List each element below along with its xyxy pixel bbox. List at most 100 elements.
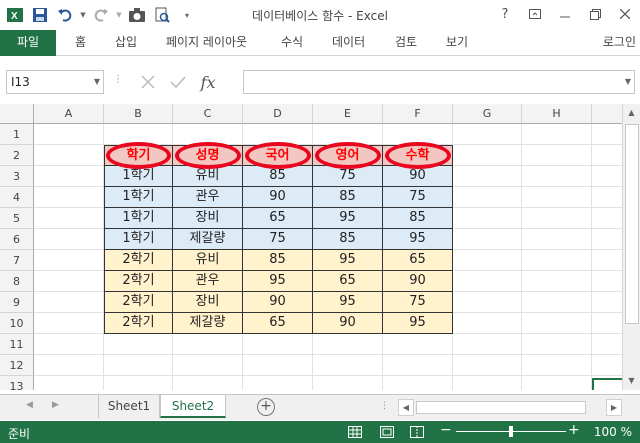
- table-cell[interactable]: 95: [383, 313, 453, 334]
- horizontal-scroll-thumb[interactable]: [416, 401, 586, 414]
- tab-insert[interactable]: 삽입: [115, 30, 137, 56]
- normal-view-icon[interactable]: [346, 424, 364, 440]
- vertical-scroll-thumb[interactable]: [625, 124, 639, 324]
- horizontal-scrollbar[interactable]: ◀ ▶: [398, 399, 622, 416]
- tab-data[interactable]: 데이터: [332, 30, 365, 56]
- sheet-tab-sheet2[interactable]: Sheet2: [160, 395, 226, 418]
- scroll-down-icon[interactable]: ▼: [623, 372, 640, 389]
- column-header-c[interactable]: C: [173, 104, 243, 124]
- table-cell[interactable]: 1학기: [104, 208, 173, 229]
- table-cell[interactable]: 장비: [173, 292, 243, 313]
- table-cell[interactable]: 2학기: [104, 250, 173, 271]
- redo-icon[interactable]: [90, 4, 112, 26]
- print-preview-icon[interactable]: [151, 4, 173, 26]
- undo-icon[interactable]: [54, 4, 76, 26]
- save-icon[interactable]: [29, 4, 51, 26]
- table-cell[interactable]: 90: [383, 166, 453, 187]
- enter-check-icon[interactable]: [163, 70, 193, 94]
- sheet-prev-icon[interactable]: ◀: [26, 400, 33, 410]
- column-header-a[interactable]: A: [34, 104, 104, 124]
- row-header-9[interactable]: 9: [0, 292, 34, 313]
- zoom-slider-knob[interactable]: [509, 426, 513, 437]
- zoom-out-button[interactable]: −: [440, 422, 452, 438]
- column-header-g[interactable]: G: [453, 104, 522, 124]
- table-cell[interactable]: 95: [313, 208, 383, 229]
- vertical-scrollbar[interactable]: ▲ ▼: [622, 104, 640, 390]
- table-cell[interactable]: 1학기: [104, 187, 173, 208]
- chevron-down-icon[interactable]: ▼: [94, 77, 100, 86]
- ribbon-display-options-icon[interactable]: [520, 0, 550, 28]
- row-header-12[interactable]: 12: [0, 355, 34, 376]
- login-link[interactable]: 로그인: [603, 30, 636, 56]
- scroll-right-icon[interactable]: ▶: [606, 399, 622, 416]
- row-header-11[interactable]: 11: [0, 334, 34, 355]
- minimize-icon[interactable]: [550, 0, 580, 28]
- row-header-1[interactable]: 1: [0, 124, 34, 145]
- table-cell[interactable]: 85: [243, 250, 313, 271]
- table-cell[interactable]: 장비: [173, 208, 243, 229]
- column-header-b[interactable]: B: [104, 104, 173, 124]
- table-cell[interactable]: 65: [383, 250, 453, 271]
- close-icon[interactable]: [610, 0, 640, 28]
- scroll-up-icon[interactable]: ▲: [623, 104, 640, 121]
- table-cell[interactable]: 유비: [173, 166, 243, 187]
- column-header-e[interactable]: E: [313, 104, 383, 124]
- formula-input[interactable]: ▼: [243, 70, 635, 94]
- table-cell[interactable]: 1학기: [104, 166, 173, 187]
- table-cell[interactable]: 75: [243, 229, 313, 250]
- table-cell[interactable]: 제갈량: [173, 313, 243, 334]
- customize-qat-icon[interactable]: ▾: [176, 4, 198, 26]
- tab-page-layout[interactable]: 페이지 레이아웃: [166, 30, 247, 56]
- table-cell[interactable]: 95: [243, 271, 313, 292]
- table-cell[interactable]: 65: [243, 208, 313, 229]
- expand-formula-bar-icon[interactable]: ▼: [625, 77, 631, 86]
- sheet-tab-sheet1[interactable]: Sheet1: [98, 395, 160, 418]
- column-header-f[interactable]: F: [383, 104, 453, 124]
- table-cell[interactable]: 95: [383, 229, 453, 250]
- sheet-next-icon[interactable]: ▶: [52, 400, 59, 410]
- row-header-3[interactable]: 3: [0, 166, 34, 187]
- tab-formulas[interactable]: 수식: [281, 30, 303, 56]
- table-cell[interactable]: 2학기: [104, 313, 173, 334]
- row-header-13[interactable]: 13: [0, 376, 34, 390]
- table-cell[interactable]: 75: [383, 292, 453, 313]
- tab-review[interactable]: 검토: [395, 30, 417, 56]
- column-header-h[interactable]: H: [522, 104, 592, 124]
- table-cell[interactable]: 85: [313, 187, 383, 208]
- worksheet-grid[interactable]: ABCDEFGH 1 2 3 4 5 6 7 8 9 10 11 12 13 학기 성명 국어 영어 수학 1학기…: [0, 104, 622, 390]
- table-cell[interactable]: 90: [383, 271, 453, 292]
- zoom-level[interactable]: 100 %: [594, 425, 632, 439]
- help-button[interactable]: ?: [490, 0, 520, 28]
- tab-home[interactable]: 홈: [75, 30, 86, 56]
- table-cell[interactable]: 제갈량: [173, 229, 243, 250]
- row-header-5[interactable]: 5: [0, 208, 34, 229]
- row-header-6[interactable]: 6: [0, 229, 34, 250]
- table-cell[interactable]: 1학기: [104, 229, 173, 250]
- table-cell[interactable]: 95: [313, 292, 383, 313]
- row-header-7[interactable]: 7: [0, 250, 34, 271]
- header-cell[interactable]: 영어: [313, 145, 383, 166]
- name-box[interactable]: I13 ▼: [6, 70, 104, 94]
- table-cell[interactable]: 관우: [173, 187, 243, 208]
- table-cell[interactable]: 90: [313, 313, 383, 334]
- table-cell[interactable]: 85: [313, 229, 383, 250]
- table-cell[interactable]: 75: [383, 187, 453, 208]
- tab-view[interactable]: 보기: [446, 30, 468, 56]
- undo-dropdown-icon[interactable]: ▼: [79, 4, 87, 26]
- tab-file[interactable]: 파일: [0, 30, 56, 56]
- table-cell[interactable]: 95: [313, 250, 383, 271]
- table-cell[interactable]: 65: [243, 313, 313, 334]
- row-header-10[interactable]: 10: [0, 313, 34, 334]
- row-header-8[interactable]: 8: [0, 271, 34, 292]
- row-header-4[interactable]: 4: [0, 187, 34, 208]
- table-cell[interactable]: 2학기: [104, 271, 173, 292]
- page-break-view-icon[interactable]: [408, 424, 426, 440]
- add-sheet-button[interactable]: +: [257, 398, 275, 416]
- header-cell[interactable]: 국어: [243, 145, 313, 166]
- column-header-partial[interactable]: [592, 104, 622, 124]
- redo-dropdown-icon[interactable]: ▼: [115, 4, 123, 26]
- insert-function-button[interactable]: fx: [193, 70, 223, 94]
- restore-icon[interactable]: [580, 0, 610, 28]
- table-cell[interactable]: 유비: [173, 250, 243, 271]
- table-cell[interactable]: 85: [243, 166, 313, 187]
